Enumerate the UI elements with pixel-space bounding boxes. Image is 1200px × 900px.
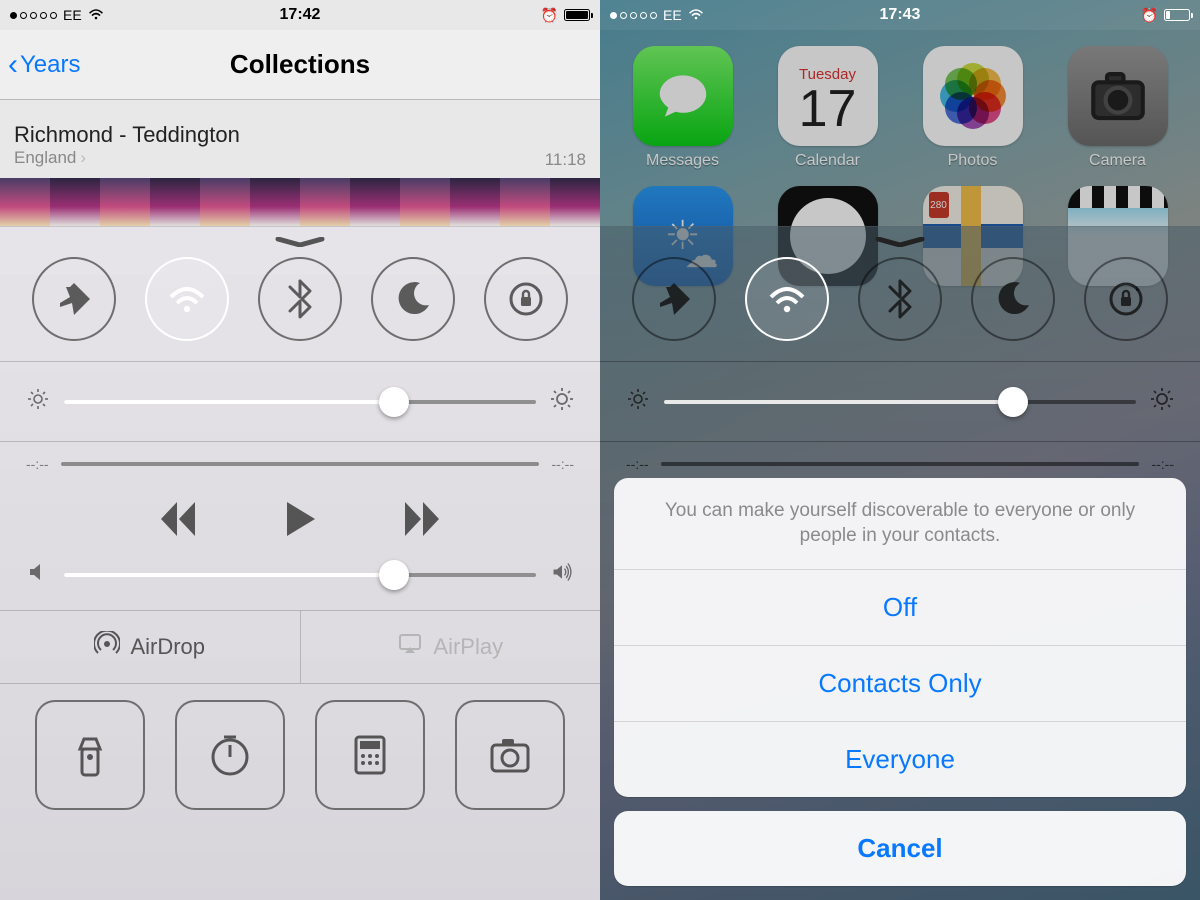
airplane-mode-toggle[interactable] <box>632 257 716 341</box>
airdrop-label: AirDrop <box>130 634 205 660</box>
play-button[interactable] <box>279 498 321 545</box>
chevron-right-icon: › <box>80 148 86 168</box>
brightness-slider[interactable] <box>664 400 1136 404</box>
calculator-button[interactable] <box>315 700 425 810</box>
dnd-toggle[interactable] <box>371 257 455 341</box>
brightness-row <box>600 362 1200 441</box>
time-elapsed: --:-- <box>626 456 649 472</box>
back-label: Years <box>20 51 81 79</box>
status-bar: EE 17:43 ⏰ <box>600 0 1200 30</box>
volume-row <box>0 553 600 610</box>
flashlight-button[interactable] <box>35 700 145 810</box>
rotation-lock-toggle[interactable] <box>1084 257 1168 341</box>
wifi-toggle[interactable] <box>745 257 829 341</box>
back-button[interactable]: ‹ Years <box>8 50 81 80</box>
airplane-mode-toggle[interactable] <box>32 257 116 341</box>
airplay-button[interactable]: AirPlay <box>300 611 601 683</box>
battery-icon <box>564 9 590 21</box>
brightness-low-icon <box>26 388 50 415</box>
rotation-lock-toggle[interactable] <box>484 257 568 341</box>
sheet-header: You can make yourself discoverable to ev… <box>614 478 1186 569</box>
volume-high-icon <box>550 561 574 588</box>
time-elapsed: --:-- <box>26 456 49 472</box>
nav-bar: ‹ Years Collections <box>0 30 600 100</box>
timer-button[interactable] <box>175 700 285 810</box>
airplay-label: AirPlay <box>433 634 503 660</box>
airdrop-icon <box>94 631 120 663</box>
airplay-icon <box>397 631 423 663</box>
bluetooth-toggle[interactable] <box>858 257 942 341</box>
battery-icon <box>1164 9 1190 21</box>
time-remaining: --:-- <box>551 456 574 472</box>
status-time: 17:43 <box>600 6 1200 24</box>
status-bar: EE 17:42 ⏰ <box>0 0 600 30</box>
scrubber[interactable] <box>661 462 1140 466</box>
grabber-handle[interactable] <box>874 237 926 245</box>
volume-low-icon <box>26 561 50 588</box>
bluetooth-toggle[interactable] <box>258 257 342 341</box>
moment-subtitle: England <box>14 148 76 168</box>
chevron-left-icon: ‹ <box>8 50 18 80</box>
page-title: Collections <box>230 49 370 80</box>
status-time: 17:42 <box>0 6 600 24</box>
sheet-option-off[interactable]: Off <box>614 569 1186 645</box>
airdrop-button[interactable]: AirDrop <box>0 611 300 683</box>
airdrop-action-sheet: You can make yourself discoverable to ev… <box>614 478 1186 886</box>
sheet-option-contacts-only[interactable]: Contacts Only <box>614 645 1186 721</box>
camera-button[interactable] <box>455 700 565 810</box>
moment-time: 11:18 <box>545 150 586 170</box>
thumbnail-strip[interactable] <box>0 178 600 226</box>
prev-track-button[interactable] <box>157 498 199 545</box>
grabber-handle[interactable] <box>274 237 326 245</box>
brightness-high-icon <box>1150 388 1174 415</box>
moment-title: Richmond - Teddington <box>14 122 586 148</box>
sheet-option-everyone[interactable]: Everyone <box>614 721 1186 797</box>
sheet-cancel-button[interactable]: Cancel <box>614 811 1186 886</box>
moment-header[interactable]: Richmond - Teddington England › 11:18 <box>0 116 600 170</box>
control-center: --:-- --:-- AirDrop AirPlay <box>0 226 600 900</box>
brightness-slider[interactable] <box>64 400 536 404</box>
volume-slider[interactable] <box>64 573 536 577</box>
scrubber[interactable] <box>61 462 540 466</box>
dnd-toggle[interactable] <box>971 257 1055 341</box>
brightness-low-icon <box>626 388 650 415</box>
brightness-high-icon <box>550 388 574 415</box>
next-track-button[interactable] <box>401 498 443 545</box>
brightness-row <box>0 362 600 441</box>
time-remaining: --:-- <box>1151 456 1174 472</box>
wifi-toggle[interactable] <box>145 257 229 341</box>
